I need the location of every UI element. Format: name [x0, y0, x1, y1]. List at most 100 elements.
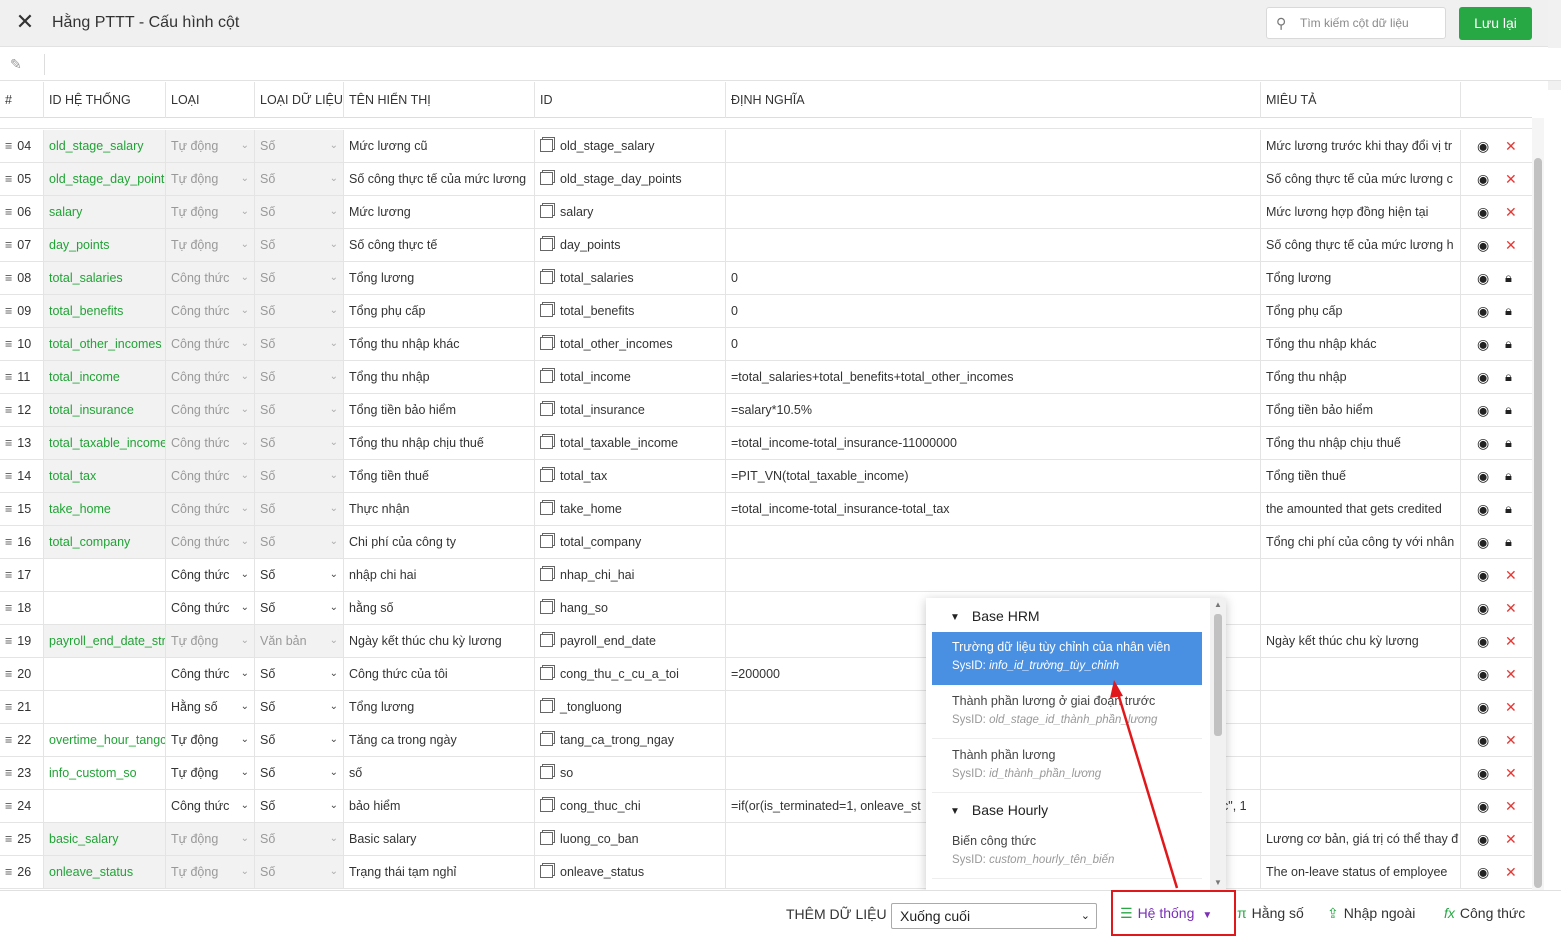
drag-handle-icon[interactable]: ≡: [5, 568, 12, 582]
row-number[interactable]: ≡ 04: [0, 130, 44, 162]
id-cell[interactable]: so: [535, 757, 726, 789]
delete-icon[interactable]: ✕: [1505, 130, 1517, 162]
eye-icon[interactable]: ◉: [1477, 592, 1489, 624]
drag-handle-icon[interactable]: ≡: [5, 238, 12, 252]
row-number[interactable]: ≡ 11: [0, 361, 44, 393]
display-name-input[interactable]: Tổng thu nhập khác: [344, 328, 535, 360]
id-cell[interactable]: total_insurance: [535, 394, 726, 426]
drag-handle-icon[interactable]: ≡: [5, 799, 12, 813]
description-input[interactable]: [1261, 658, 1461, 690]
id-cell[interactable]: total_other_incomes: [535, 328, 726, 360]
drag-handle-icon[interactable]: ≡: [5, 205, 12, 219]
row-number[interactable]: ≡ 22: [0, 724, 44, 756]
copy-icon[interactable]: [540, 502, 553, 516]
dropdown-option[interactable]: Biến công thức SysID: custom_hourly_tên_b…: [932, 826, 1202, 879]
copy-icon[interactable]: [540, 667, 553, 681]
description-input[interactable]: the amounted that gets credited: [1261, 493, 1461, 525]
id-cell[interactable]: total_taxable_income: [535, 427, 726, 459]
type-select[interactable]: Tự động ⌄: [166, 724, 255, 756]
description-input[interactable]: Mức lương trước khi thay đổi vị tr: [1261, 130, 1461, 162]
display-name-input[interactable]: Tổng thu nhập: [344, 361, 535, 393]
eye-icon[interactable]: ◉: [1477, 856, 1489, 888]
row-number[interactable]: ≡ 21: [0, 691, 44, 723]
eye-icon[interactable]: ◉: [1477, 361, 1489, 393]
copy-icon[interactable]: [540, 271, 553, 285]
eye-icon[interactable]: ◉: [1477, 691, 1489, 723]
description-input[interactable]: [1261, 592, 1461, 624]
id-cell[interactable]: onleave_status: [535, 856, 726, 888]
copy-icon[interactable]: [540, 799, 553, 813]
row-number[interactable]: ≡ 09: [0, 295, 44, 327]
row-number[interactable]: ≡ 23: [0, 757, 44, 789]
definition-input[interactable]: =salary*10.5%: [726, 394, 1261, 426]
copy-icon[interactable]: [540, 700, 553, 714]
type-select[interactable]: Tự động ⌄: [166, 757, 255, 789]
description-input[interactable]: Tổng thu nhập: [1261, 361, 1461, 393]
id-cell[interactable]: old_stage_salary: [535, 130, 726, 162]
eye-icon[interactable]: ◉: [1477, 724, 1489, 756]
description-input[interactable]: Ngày kết thúc chu kỳ lương: [1261, 625, 1461, 657]
delete-icon[interactable]: ✕: [1505, 559, 1517, 591]
type-select[interactable]: Hằng số ⌄: [166, 691, 255, 723]
copy-icon[interactable]: [540, 469, 553, 483]
copy-icon[interactable]: [540, 832, 553, 846]
display-name-input[interactable]: Trạng thái tạm nghỉ: [344, 856, 535, 888]
drag-handle-icon[interactable]: ≡: [5, 337, 12, 351]
delete-icon[interactable]: ✕: [1505, 658, 1517, 690]
type-select[interactable]: Công thức ⌄: [166, 658, 255, 690]
table-row[interactable]: ≡ 16 total_company Công thức ⌄ Số ⌄ Chi phí của…: [0, 526, 1532, 559]
data-type-select[interactable]: Số ⌄: [255, 757, 344, 789]
eye-icon[interactable]: ◉: [1477, 328, 1489, 360]
table-row[interactable]: ≡ 14 total_tax Công thức ⌄ Số ⌄ Tổng tiền thuế t…: [0, 460, 1532, 493]
description-input[interactable]: Số công thực tế của mức lương c: [1261, 163, 1461, 195]
row-number[interactable]: ≡ 17: [0, 559, 44, 591]
id-cell[interactable]: total_income: [535, 361, 726, 393]
drag-handle-icon[interactable]: ≡: [5, 172, 12, 186]
row-number[interactable]: ≡ 14: [0, 460, 44, 492]
dropdown-scrollbar[interactable]: ▲ ▼: [1210, 598, 1226, 890]
drag-handle-icon[interactable]: ≡: [5, 733, 12, 747]
table-scrollbar-thumb[interactable]: [1534, 158, 1542, 888]
eye-icon[interactable]: ◉: [1477, 559, 1489, 591]
data-type-select[interactable]: Số ⌄: [255, 724, 344, 756]
drag-handle-icon[interactable]: ≡: [5, 667, 12, 681]
drag-handle-icon[interactable]: ≡: [5, 865, 12, 879]
description-input[interactable]: Tổng tiền thuế: [1261, 460, 1461, 492]
table-row[interactable]: ≡ 11 total_income Công thức ⌄ Số ⌄ Tổng thu nhậ…: [0, 361, 1532, 394]
eye-icon[interactable]: ◉: [1477, 427, 1489, 459]
row-number[interactable]: ≡ 15: [0, 493, 44, 525]
delete-icon[interactable]: ✕: [1505, 229, 1517, 261]
eye-icon[interactable]: ◉: [1477, 394, 1489, 426]
definition-input[interactable]: =total_income-total_insurance-total_tax: [726, 493, 1261, 525]
description-input[interactable]: Số công thực tế của mức lương h: [1261, 229, 1461, 261]
drag-handle-icon[interactable]: ≡: [5, 271, 12, 285]
description-input[interactable]: Lương cơ bản, giá trị có thể thay đ: [1261, 823, 1461, 855]
copy-icon[interactable]: [540, 436, 553, 450]
display-name-input[interactable]: Số công thực tế: [344, 229, 535, 261]
table-row[interactable]: ≡ 18 Công thức ⌄ Số ⌄ hằng số hang_so ◉ ✕: [0, 592, 1532, 625]
row-number[interactable]: ≡ 18: [0, 592, 44, 624]
scroll-up-icon[interactable]: ▲: [1214, 600, 1222, 609]
drag-handle-icon[interactable]: ≡: [5, 766, 12, 780]
description-input[interactable]: Tổng tiền bảo hiểm: [1261, 394, 1461, 426]
delete-icon[interactable]: ✕: [1505, 790, 1517, 822]
description-input[interactable]: [1261, 691, 1461, 723]
display-name-input[interactable]: Tăng ca trong ngày: [344, 724, 535, 756]
id-cell[interactable]: total_tax: [535, 460, 726, 492]
table-row[interactable]: ≡ 04 old_stage_salary Tự động ⌄ Số ⌄ Mức lương …: [0, 130, 1532, 163]
description-input[interactable]: [1261, 757, 1461, 789]
id-cell[interactable]: cong_thuc_chi: [535, 790, 726, 822]
table-row[interactable]: ≡ 10 total_other_incomes Công thức ⌄ Số ⌄ Tổng …: [0, 328, 1532, 361]
table-row[interactable]: ≡ 24 Công thức ⌄ Số ⌄ bảo hiểm cong_thuc_chi =if…: [0, 790, 1532, 823]
scroll-down-icon[interactable]: ▼: [1214, 878, 1222, 887]
row-number[interactable]: ≡ 08: [0, 262, 44, 294]
display-name-input[interactable]: Số công thực tế của mức lương: [344, 163, 535, 195]
row-number[interactable]: ≡ 06: [0, 196, 44, 228]
id-cell[interactable]: total_salaries: [535, 262, 726, 294]
definition-input[interactable]: [726, 559, 1261, 591]
table-row[interactable]: ≡ 22 overtime_hour_tangc Tự động ⌄ Số ⌄ Tăng ca…: [0, 724, 1532, 757]
copy-icon[interactable]: [540, 205, 553, 219]
table-row[interactable]: ≡ 15 take_home Công thức ⌄ Số ⌄ Thực nhận take_h…: [0, 493, 1532, 526]
dropdown-option[interactable]: Thành phần lương ở giai đoạn trước SysID:…: [932, 686, 1202, 739]
display-name-input[interactable]: Tổng tiền thuế: [344, 460, 535, 492]
